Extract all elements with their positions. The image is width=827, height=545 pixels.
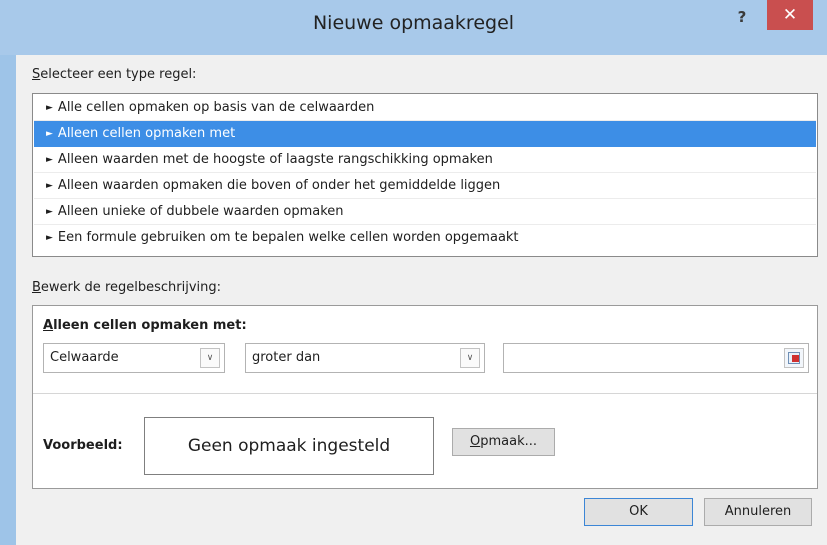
close-button[interactable]: ✕	[767, 0, 813, 30]
operator-value: groter dan	[252, 350, 321, 365]
arrow-icon: ►	[46, 207, 53, 217]
arrow-icon: ►	[46, 129, 53, 139]
format-button[interactable]: Opmaak...	[452, 428, 555, 456]
condition-type-select[interactable]: Celwaarde ∨	[43, 343, 225, 373]
arrow-icon: ►	[46, 103, 53, 113]
ok-button[interactable]: OK	[584, 498, 693, 526]
dialog-window: Nieuwe opmaakregel ? ✕ Selecteer een typ…	[0, 0, 827, 545]
rule-description-title: Alleen cellen opmaken met:	[43, 318, 247, 333]
divider	[33, 393, 817, 394]
rule-description-label: Bewerk de regelbeschrijving:	[32, 280, 222, 295]
arrow-icon: ►	[46, 155, 53, 165]
condition-type-value: Celwaarde	[50, 350, 119, 365]
preview-label: Voorbeeld:	[43, 438, 123, 453]
dialog-body: Selecteer een type regel: ► Alle cellen o…	[16, 55, 827, 545]
cancel-button[interactable]: Annuleren	[704, 498, 812, 526]
close-icon: ✕	[782, 5, 798, 25]
rule-type-item[interactable]: ► Alleen waarden opmaken die boven of ond…	[34, 173, 816, 199]
rule-type-list[interactable]: ► Alle cellen opmaken op basis van de cel…	[32, 93, 818, 257]
help-button[interactable]: ?	[725, 4, 759, 30]
chevron-down-icon[interactable]: ∨	[200, 348, 220, 368]
value-input[interactable]	[503, 343, 809, 373]
rule-type-item[interactable]: ► Een formule gebruiken om te bepalen wel…	[34, 225, 816, 251]
arrow-icon: ►	[46, 181, 53, 191]
rule-description-panel: Alleen cellen opmaken met: Celwaarde ∨ g…	[32, 305, 818, 489]
preview-box: Geen opmaak ingesteld	[144, 417, 434, 475]
arrow-icon: ►	[46, 233, 53, 243]
preview-text: Geen opmaak ingesteld	[187, 436, 391, 456]
rule-type-item[interactable]: ► Alleen waarden met de hoogste of laagst…	[34, 147, 816, 173]
chevron-down-icon[interactable]: ∨	[460, 348, 480, 368]
title-bar[interactable]: Nieuwe opmaakregel ? ✕	[0, 0, 827, 55]
rule-type-label: Selecteer een type regel:	[32, 67, 197, 82]
rule-type-item[interactable]: ► Alleen unieke of dubbele waarden opmake…	[34, 199, 816, 225]
rule-type-item[interactable]: ► Alle cellen opmaken op basis van de cel…	[34, 95, 816, 121]
operator-select[interactable]: groter dan ∨	[245, 343, 485, 373]
range-select-button[interactable]	[784, 348, 804, 368]
dialog-title: Nieuwe opmaakregel	[312, 12, 515, 34]
rule-type-item-selected[interactable]: ► Alleen cellen opmaken met	[34, 121, 816, 147]
